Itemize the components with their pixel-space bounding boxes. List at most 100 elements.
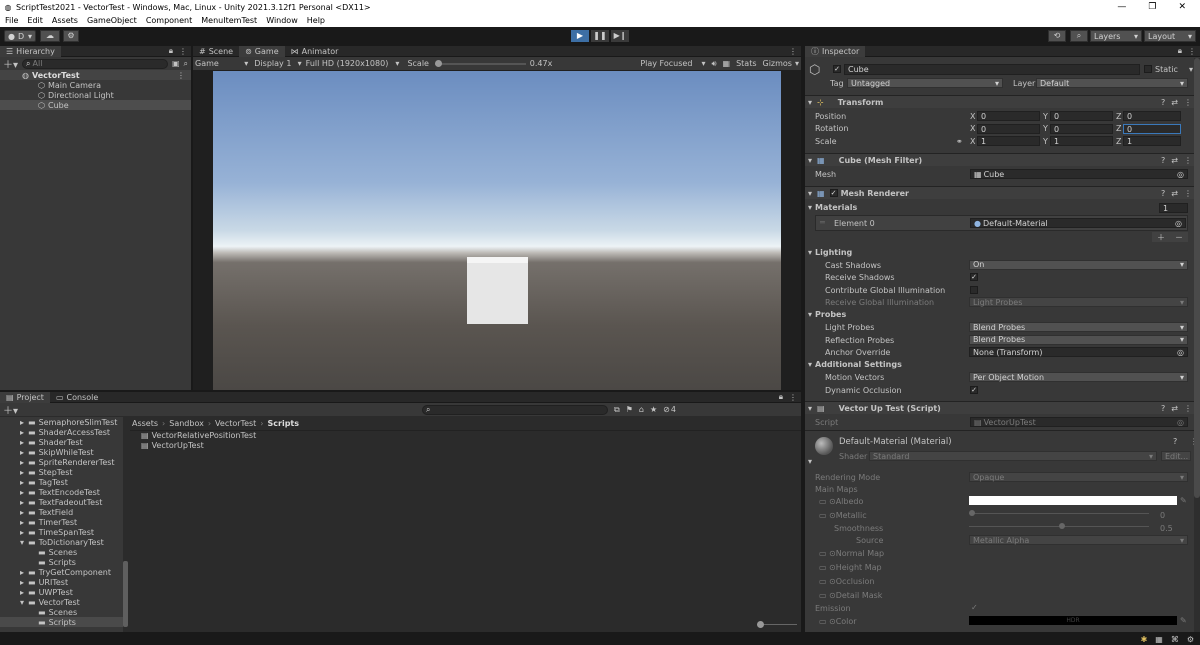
tag-dropdown[interactable]: Untagged ▾ (847, 78, 1003, 88)
chevron-right-icon[interactable]: ▸ (20, 488, 28, 497)
cloud-button[interactable]: ☁ (40, 30, 60, 42)
menu-gameobject[interactable]: GameObject (87, 16, 137, 25)
remove-element-button[interactable]: － (1175, 232, 1183, 243)
filter-icon[interactable]: ▣ (172, 59, 180, 68)
hierarchy-item[interactable]: ⬡ Directional Light (0, 90, 191, 100)
object-name-input[interactable]: Cube (844, 64, 1140, 75)
preset-icon[interactable]: ⇄ (1171, 98, 1178, 107)
pause-button[interactable]: ❚❚ (591, 30, 609, 42)
tree-item[interactable]: ▬ Scripts (0, 557, 128, 567)
tab-project[interactable]: ▤ Project (0, 391, 50, 403)
setting-checkbox[interactable]: ✓ (970, 273, 978, 281)
help-icon[interactable]: ? (1173, 437, 1177, 446)
setting-dropdown[interactable]: Blend Probes ▾ (969, 334, 1188, 345)
menu-file[interactable]: File (5, 16, 18, 25)
drag-handle-icon[interactable]: ═ (820, 218, 825, 227)
tree-item[interactable]: ▸ ▬ SkipWhileTest (0, 447, 128, 457)
chevron-right-icon[interactable]: ▸ (20, 468, 28, 477)
more-icon[interactable]: ⋮ (1184, 98, 1192, 107)
game-mode-dropdown[interactable]: Game ▾ (195, 59, 248, 68)
file-item[interactable]: ▤ VectorUpTest (141, 440, 204, 450)
foldout-header[interactable]: ▾ Additional Settings (805, 359, 1200, 372)
layer-dropdown[interactable]: Default ▾ (1036, 78, 1188, 88)
script-header[interactable]: ▾ ▤ Vector Up Test (Script) ? ⇄ ⋮ (805, 401, 1200, 414)
history-icon[interactable]: ⟲ (1048, 30, 1066, 42)
x-input[interactable]: 0 (977, 123, 1040, 134)
step-button[interactable]: ▶❙ (611, 30, 629, 42)
layers-dropdown[interactable]: Layers ▾ (1090, 30, 1142, 42)
more-icon[interactable]: ⋮ (789, 47, 797, 56)
gizmos-dropdown[interactable]: Gizmos ▾ (763, 59, 800, 68)
static-checkbox[interactable] (1144, 65, 1152, 73)
add-icon[interactable]: ＋▾ (3, 56, 18, 71)
menu-assets[interactable]: Assets (52, 16, 78, 25)
play-mode-dropdown[interactable]: Play Focused ▾ (640, 59, 705, 68)
breadcrumb-item[interactable]: Assets (132, 419, 158, 428)
x-input[interactable]: 0 (977, 111, 1040, 122)
chevron-right-icon[interactable]: ▸ (20, 478, 28, 487)
more-icon[interactable]: ⋮ (1184, 404, 1192, 413)
chevron-right-icon[interactable]: ▸ (20, 578, 28, 587)
hierarchy-search-input[interactable]: ⌕ All (22, 58, 168, 69)
setting-checkbox[interactable]: ✓ (970, 385, 978, 394)
more-icon[interactable]: ⋮ (1184, 156, 1192, 165)
mesh-filter-header[interactable]: ▾ ▦ Cube (Mesh Filter) ? ⇄ ⋮ (805, 153, 1200, 166)
menu-help[interactable]: Help (307, 16, 325, 25)
tab-scene[interactable]: # Scene (193, 46, 239, 57)
y-input[interactable]: 1 (1050, 136, 1113, 147)
icon-size-slider[interactable] (757, 621, 797, 628)
tab-animator[interactable]: ⋈ Animator (285, 46, 345, 57)
tab-inspector[interactable]: ⓘ Inspector (805, 45, 866, 57)
object-picker-icon[interactable]: ◎ (1177, 170, 1184, 179)
z-input[interactable]: 0 (1123, 123, 1181, 134)
tree-item[interactable]: ▸ ▬ TimeSpanTest (0, 527, 128, 537)
chevron-right-icon[interactable]: ▸ (20, 588, 28, 597)
preset-icon[interactable]: ⇄ (1171, 156, 1178, 165)
tree-item[interactable]: ▾ ▬ VectorTest (0, 597, 128, 607)
layout-dropdown[interactable]: Layout ▾ (1144, 30, 1196, 42)
resolution-dropdown[interactable]: Full HD (1920x1080) ▾ (306, 59, 400, 68)
preset-icon[interactable]: ⇄ (1171, 404, 1178, 413)
file-item[interactable]: ▤ VectorRelativePositionTest (141, 430, 256, 440)
foldout-header[interactable]: ▾ Probes (805, 309, 1200, 322)
enabled-checkbox[interactable]: ✓ (829, 189, 838, 197)
display-dropdown[interactable]: Display 1 ▾ (254, 59, 301, 68)
chevron-right-icon[interactable]: ▸ (20, 528, 28, 537)
x-input[interactable]: 1 (977, 136, 1040, 147)
inspector-scrollbar[interactable] (1194, 58, 1200, 632)
tree-item[interactable]: ▬ Scenes (0, 547, 128, 557)
setting-dropdown[interactable]: On ▾ (969, 259, 1188, 270)
tree-item[interactable]: ▬ Scenes (0, 607, 128, 617)
tree-item[interactable]: ▸ ▬ TextEncodeTest (0, 487, 128, 497)
setting-checkbox[interactable] (970, 285, 978, 294)
hierarchy-item-selected[interactable]: ⬡ Cube (0, 100, 191, 110)
tab-console[interactable]: ▭ Console (50, 392, 104, 403)
z-input[interactable]: 1 (1123, 136, 1181, 147)
visibility-icon[interactable]: ⌕ (184, 59, 188, 69)
tree-item[interactable]: ▸ ▬ TryGetComponent (0, 567, 128, 577)
chevron-right-icon[interactable]: ▸ (20, 508, 28, 517)
more-icon[interactable]: ⋮ (1184, 189, 1192, 198)
hierarchy-item[interactable]: ⬡ Main Camera (0, 80, 191, 90)
tree-item[interactable]: ▸ ▬ TextField (0, 507, 128, 517)
materials-count-input[interactable]: 1 (1159, 203, 1188, 213)
icon-size-slider-thumb[interactable] (757, 621, 764, 628)
favorite-icon[interactable]: ★ (650, 405, 657, 414)
help-icon[interactable]: ? (1161, 156, 1165, 165)
scale-slider[interactable] (434, 59, 526, 69)
tab-game[interactable]: ⊚ Game (239, 45, 285, 57)
breadcrumb-item[interactable]: VectorTest (215, 419, 256, 428)
cache-icon[interactable]: ▦ (1155, 635, 1163, 644)
tree-item[interactable]: ▸ ▬ SemaphoreSlimTest (0, 417, 128, 427)
setting-dropdown[interactable]: Blend Probes ▾ (969, 322, 1188, 332)
hidden-packages-icon[interactable]: ⊘ (663, 405, 670, 414)
scale-slider-thumb[interactable] (434, 59, 442, 67)
search-by-label-icon[interactable]: ⚑ (626, 405, 633, 414)
help-icon[interactable]: ? (1161, 98, 1165, 107)
tree-scrollbar[interactable] (123, 417, 128, 632)
material-field[interactable]: ● Default-Material ◎ (970, 218, 1186, 228)
chevron-down-icon[interactable]: ▾ (1189, 65, 1193, 74)
chevron-right-icon[interactable]: ▸ (20, 498, 28, 507)
chevron-right-icon[interactable]: ▸ (20, 448, 28, 457)
scene-row[interactable]: ◍ VectorTest ⋮ (0, 70, 191, 80)
